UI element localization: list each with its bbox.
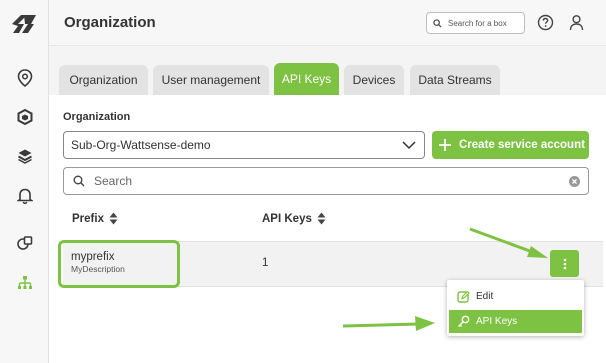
menu-item-api-keys[interactable]: API Keys bbox=[449, 310, 582, 333]
column-header-prefix[interactable]: Prefix bbox=[72, 212, 118, 225]
tab-bar: Organization User management API Keys De… bbox=[49, 63, 606, 95]
menu-item-edit-label: Edit bbox=[476, 291, 494, 302]
tab-data-streams[interactable]: Data Streams bbox=[410, 65, 500, 95]
plus-icon bbox=[439, 139, 451, 151]
help-icon[interactable] bbox=[537, 14, 554, 31]
menu-item-edit[interactable]: Edit bbox=[449, 285, 582, 308]
user-icon[interactable] bbox=[568, 14, 585, 31]
row-actions-button[interactable] bbox=[550, 250, 579, 277]
box-search-placeholder: Search for a box bbox=[448, 18, 507, 28]
tab-organization[interactable]: Organization bbox=[59, 65, 148, 95]
box-search-field[interactable]: Search for a box bbox=[426, 12, 525, 34]
column-header-prefix-label: Prefix bbox=[72, 212, 104, 225]
create-service-account-button[interactable]: Create service account bbox=[432, 131, 589, 159]
tab-user-management[interactable]: User management bbox=[153, 65, 269, 95]
top-bar: Organization Search for a box bbox=[49, 0, 606, 46]
more-vertical-icon bbox=[563, 258, 566, 269]
sort-icon bbox=[317, 212, 326, 225]
clear-search-icon[interactable] bbox=[569, 176, 580, 187]
search-placeholder: Search bbox=[94, 174, 133, 188]
tab-devices[interactable]: Devices bbox=[344, 65, 404, 95]
tab-api-keys[interactable]: API Keys bbox=[274, 63, 339, 95]
column-header-api-keys-label: API Keys bbox=[262, 212, 312, 225]
sort-icon bbox=[109, 212, 118, 225]
row-api-keys-count: 1 bbox=[262, 257, 269, 269]
organization-select[interactable]: Sub-Org-Wattsense-demo bbox=[63, 131, 425, 159]
box-icon[interactable] bbox=[14, 106, 35, 127]
bell-icon[interactable] bbox=[14, 185, 35, 206]
devices-icon[interactable] bbox=[14, 232, 35, 253]
layers-icon[interactable] bbox=[14, 145, 35, 166]
menu-item-api-keys-label: API Keys bbox=[476, 316, 518, 327]
search-input[interactable]: Search bbox=[63, 167, 589, 195]
row-actions-menu: Edit API Keys bbox=[447, 280, 584, 336]
app-logo[interactable] bbox=[10, 12, 38, 36]
key-icon bbox=[458, 315, 470, 327]
organization-select-value: Sub-Org-Wattsense-demo bbox=[71, 138, 211, 152]
column-header-api-keys[interactable]: API Keys bbox=[262, 212, 326, 225]
create-service-account-label: Create service account bbox=[459, 139, 585, 151]
org-tree-icon[interactable] bbox=[14, 272, 35, 293]
chevron-down-icon bbox=[402, 141, 416, 150]
edit-icon bbox=[457, 290, 470, 303]
search-icon bbox=[73, 175, 85, 187]
search-icon bbox=[433, 18, 442, 28]
sidebar bbox=[0, 0, 49, 363]
location-pin-icon[interactable] bbox=[14, 67, 35, 88]
organization-label: Organization bbox=[63, 111, 131, 123]
page-title: Organization bbox=[64, 14, 156, 31]
prefix-highlight-box bbox=[58, 240, 180, 288]
